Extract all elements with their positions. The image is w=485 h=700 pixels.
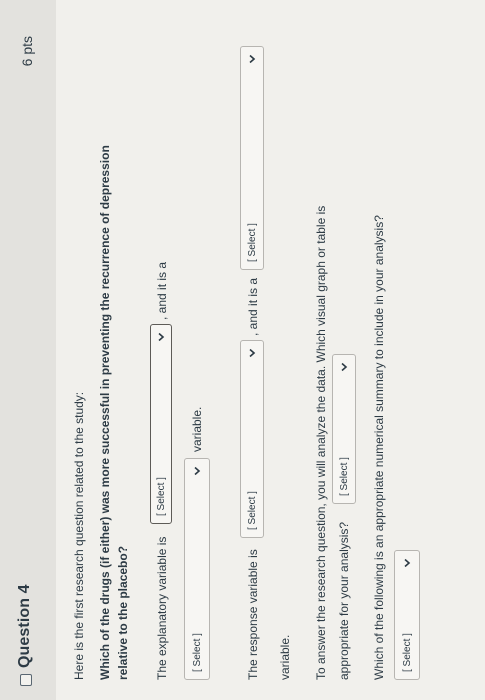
explanatory-variable-select-value: [ Select ]: [156, 477, 167, 516]
explanatory-variable-select[interactable]: [ Select ]: [150, 324, 172, 524]
response-end: variable.: [278, 634, 292, 680]
response-type-select[interactable]: [ Select ]: [240, 46, 264, 270]
chevron-down-icon: [190, 466, 204, 476]
response-type-select-value: [ Select ]: [247, 223, 258, 262]
numerical-summary-select[interactable]: [ Select ]: [394, 550, 420, 680]
response-mid: , and it is a: [246, 277, 260, 336]
graph-table-select[interactable]: [ Select ]: [332, 354, 356, 504]
question-body: Here is the first research question rela…: [56, 0, 485, 700]
explanatory-suffix: , and it is a: [155, 261, 169, 320]
graph-table-select-value: [ Select ]: [339, 457, 350, 496]
explanatory-label: The explanatory variable is: [155, 536, 169, 680]
checkbox-icon[interactable]: [20, 674, 32, 686]
response-label: The response variable is: [246, 549, 260, 680]
chevron-down-icon: [245, 348, 259, 358]
question-header: Question 4 6 pts: [0, 0, 57, 700]
chevron-down-icon: [337, 362, 351, 372]
response-variable-select-value: [ Select ]: [247, 491, 258, 530]
analysis-line-1: To answer the research question, you wil…: [314, 205, 328, 680]
chevron-down-icon: [245, 54, 259, 64]
explanatory-type-select[interactable]: [ Select ]: [184, 458, 210, 680]
response-variable-select[interactable]: [ Select ]: [240, 340, 264, 538]
question-title: Question 4: [16, 584, 33, 668]
explanatory-type-suffix: variable.: [190, 406, 204, 452]
chevron-down-icon: [400, 558, 414, 568]
research-question-line-1: Which of the drugs (if either) was more …: [98, 145, 112, 680]
question-points: 6 pts: [19, 36, 35, 67]
summary-question: Which of the following is an appropriate…: [372, 215, 386, 680]
numerical-summary-select-value: [ Select ]: [402, 633, 413, 672]
chevron-down-icon: [154, 332, 168, 342]
explanatory-type-select-value: [ Select ]: [192, 633, 203, 672]
research-question-line-2: relative to the placebo?: [116, 545, 130, 680]
question-panel: Question 4 6 pts Here is the first resea…: [0, 0, 485, 700]
intro-text: Here is the first research question rela…: [72, 391, 86, 680]
screen: Question 4 6 pts Here is the first resea…: [0, 0, 485, 700]
analysis-line-2: appropriate for your analysis?: [337, 521, 351, 680]
